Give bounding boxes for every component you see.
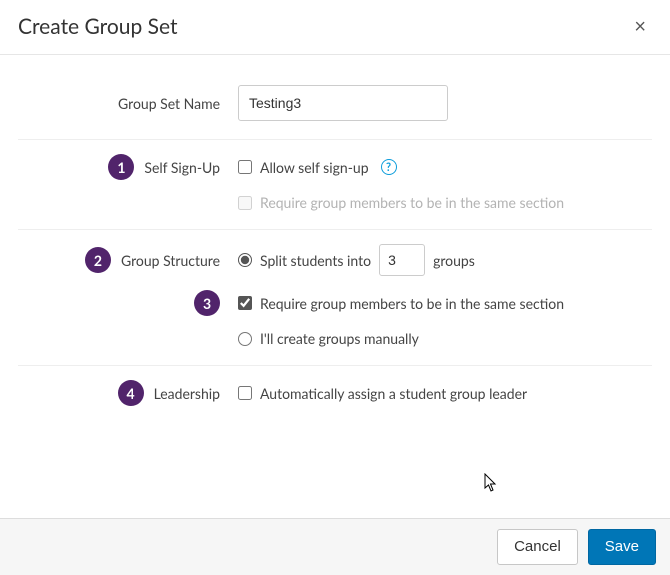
modal-header: Create Group Set × — [0, 0, 670, 54]
split-students-radio[interactable] — [238, 253, 252, 267]
section-name: Group Set Name — [18, 85, 652, 139]
label-leadership: Leadership — [154, 385, 220, 402]
require-same-section-signup-checkbox — [238, 196, 252, 210]
auto-leader-checkbox[interactable] — [238, 386, 252, 400]
label-group-set-name: Group Set Name — [118, 95, 220, 112]
step-badge-1: 1 — [108, 154, 134, 180]
manual-create-label: I'll create groups manually — [260, 330, 419, 347]
step-badge-2: 2 — [85, 247, 111, 273]
split-students-prefix: Split students into — [260, 252, 371, 269]
require-same-section-split-checkbox[interactable] — [238, 296, 252, 310]
split-count-input[interactable] — [379, 244, 425, 276]
step-badge-4: 4 — [118, 380, 144, 406]
section-self-sign-up: 1 Self Sign-Up Allow self sign-up ? Requ… — [18, 139, 652, 229]
modal-body: Group Set Name 1 Self Sign-Up Al — [0, 55, 670, 422]
require-same-section-signup-label: Require group members to be in the same … — [260, 194, 564, 211]
group-set-name-input[interactable] — [238, 85, 448, 121]
section-group-structure: 2 Group Structure Split students into gr… — [18, 229, 652, 365]
modal-footer: Cancel Save — [0, 518, 670, 575]
section-leadership: 4 Leadership Automatically assign a stud… — [18, 365, 652, 412]
split-students-suffix: groups — [433, 252, 475, 269]
help-icon[interactable]: ? — [381, 159, 397, 175]
auto-leader-label: Automatically assign a student group lea… — [260, 385, 527, 402]
label-self-sign-up: Self Sign-Up — [144, 159, 220, 176]
modal-body-scroll[interactable]: Group Set Name 1 Self Sign-Up Al — [0, 55, 670, 518]
step-badge-3: 3 — [194, 290, 220, 316]
allow-self-sign-up-label: Allow self sign-up — [260, 159, 369, 176]
save-button[interactable]: Save — [588, 529, 656, 565]
cancel-button[interactable]: Cancel — [497, 529, 578, 565]
close-icon[interactable]: × — [628, 12, 652, 40]
allow-self-sign-up-checkbox[interactable] — [238, 160, 252, 174]
require-same-section-split-label: Require group members to be in the same … — [260, 295, 564, 312]
modal-title: Create Group Set — [18, 14, 178, 39]
manual-create-radio[interactable] — [238, 332, 252, 346]
label-group-structure: Group Structure — [121, 252, 220, 269]
create-group-set-modal: Create Group Set × Group Set Name — [0, 0, 670, 575]
